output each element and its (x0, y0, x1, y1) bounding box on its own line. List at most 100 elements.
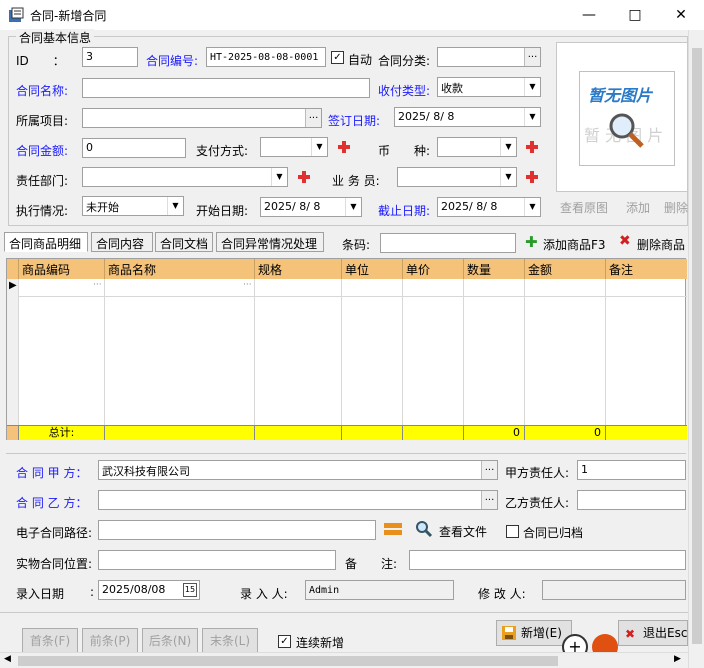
scrollbar-thumb[interactable] (692, 48, 702, 644)
party-b-browse-button[interactable]: ... (481, 491, 497, 509)
chevron-down-icon[interactable]: ▼ (500, 138, 516, 156)
delete-goods-button[interactable]: 删除商品 (637, 236, 685, 253)
party-a-browse-button[interactable]: ... (481, 461, 497, 479)
view-original-link[interactable]: 查看原图 (560, 199, 608, 216)
chevron-down-icon[interactable]: ▼ (524, 108, 540, 126)
grid-column (105, 279, 255, 427)
category-label: 合同分类: (378, 54, 431, 68)
minimize-button[interactable]: — (566, 0, 612, 30)
pay-method-label: 支付方式: (196, 144, 249, 158)
tab-content[interactable]: 合同内容 (91, 232, 153, 252)
add-goods-icon[interactable]: ✚ (525, 235, 538, 250)
grid-column (255, 279, 342, 427)
scroll-left-icon[interactable]: ◀ (4, 654, 11, 664)
category-field[interactable]: ... (437, 47, 541, 67)
goods-grid[interactable]: 商品编码 商品名称 规格 单位 单价 数量 金额 备注 ▶ ··· ··· 总计… (6, 258, 687, 440)
project-browse-button[interactable]: ... (305, 109, 321, 127)
delete-goods-icon[interactable]: ✖ (619, 234, 631, 248)
location-field[interactable] (98, 550, 336, 570)
row-indicator-column (7, 279, 19, 427)
chevron-down-icon[interactable]: ▼ (500, 168, 516, 186)
path-field[interactable] (98, 520, 376, 540)
archived-checkbox[interactable] (506, 525, 519, 538)
location-label: 实物合同位置: (16, 557, 93, 571)
party-a-person-label: 甲方责任人: (505, 466, 570, 480)
add-salesman-icon[interactable] (525, 170, 539, 184)
end-date-label: 截止日期: (378, 204, 431, 218)
status-select[interactable]: 未开始 ▼ (82, 196, 184, 216)
total-cell (342, 426, 403, 440)
column-header[interactable]: 备注 (606, 259, 687, 279)
new-button[interactable]: 新增(E) (496, 620, 572, 646)
chevron-down-icon[interactable]: ▼ (311, 138, 327, 156)
column-header[interactable]: 数量 (464, 259, 525, 279)
main-window: 合同-新增合同 — □ ✕ 合同基本信息 ID ： 3 合同编号: HT-202… (0, 0, 704, 668)
tab-goods-detail[interactable]: 合同商品明细 (4, 232, 88, 252)
cell-ellipsis-icon[interactable]: ··· (243, 280, 252, 290)
add-dept-icon[interactable] (297, 170, 311, 184)
vertical-scrollbar[interactable] (688, 30, 704, 668)
party-a-field[interactable]: 武汉科技有限公司... (98, 460, 498, 480)
cell-ellipsis-icon[interactable]: ··· (93, 280, 102, 290)
close-button[interactable]: ✕ (658, 0, 704, 30)
delete-image-link[interactable]: 删除 (664, 199, 688, 216)
name-field[interactable] (82, 78, 370, 98)
horizontal-scrollbar[interactable]: ◀ ▶ (0, 652, 688, 668)
barcode-input[interactable] (380, 233, 516, 253)
currency-select[interactable]: ▼ (437, 137, 517, 157)
tab-documents[interactable]: 合同文档 (155, 232, 213, 252)
scroll-right-icon[interactable]: ▶ (674, 654, 681, 664)
amount-field[interactable]: 0 (82, 138, 186, 158)
sign-date-picker[interactable]: 2025/ 8/ 8 ▼ (394, 107, 541, 127)
current-row-arrow-icon: ▶ (9, 280, 17, 291)
scrollbar-thumb[interactable] (18, 656, 558, 666)
project-field[interactable]: ... (82, 108, 322, 128)
auto-checkbox[interactable]: ✓ (331, 51, 344, 64)
add-currency-icon[interactable] (525, 140, 539, 154)
salesman-select[interactable]: ▼ (397, 167, 517, 187)
next-record-button[interactable]: 后条(N) (142, 628, 198, 654)
dept-select[interactable]: ▼ (82, 167, 288, 187)
add-goods-button[interactable]: 添加商品F3 (543, 236, 606, 253)
chevron-down-icon[interactable]: ▼ (271, 168, 287, 186)
column-header[interactable]: 金额 (525, 259, 606, 279)
maximize-button[interactable]: □ (612, 0, 658, 30)
first-record-button[interactable]: 首条(F) (22, 628, 78, 654)
chevron-down-icon[interactable]: ▼ (524, 78, 540, 96)
add-pay-method-icon[interactable] (337, 140, 351, 154)
prev-record-button[interactable]: 前条(P) (82, 628, 138, 654)
entry-date-value: 2025/08/08 (102, 583, 166, 596)
grid-column (464, 279, 525, 427)
column-header[interactable]: 单位 (342, 259, 403, 279)
exit-button[interactable]: ✖ 退出Esc (618, 620, 688, 646)
category-browse-button[interactable]: ... (524, 48, 540, 66)
party-a-person-field[interactable]: 1 (577, 460, 686, 480)
chevron-down-icon[interactable]: ▼ (345, 198, 361, 216)
add-image-link[interactable]: 添加 (626, 199, 650, 216)
end-date-picker[interactable]: 2025/ 8/ 8 ▼ (437, 197, 541, 217)
party-b-person-field[interactable] (577, 490, 686, 510)
total-row: 总计: 0 0 (7, 425, 687, 440)
pay-type-select[interactable]: 收款 ▼ (437, 77, 541, 97)
remark-field[interactable] (409, 550, 686, 570)
view-file-button[interactable]: 查看文件 (439, 523, 487, 540)
folder-icon[interactable] (383, 520, 403, 538)
id-field[interactable]: 3 (82, 47, 138, 67)
calendar-icon[interactable]: 15 (183, 583, 197, 597)
dept-label: 责任部门: (16, 174, 69, 188)
entry-date-picker[interactable]: 2025/08/08 15 (98, 580, 200, 600)
pay-method-select[interactable]: ▼ (260, 137, 328, 157)
column-header[interactable]: 单价 (403, 259, 464, 279)
search-icon[interactable] (415, 520, 433, 538)
tab-exceptions[interactable]: 合同异常情况处理 (216, 232, 324, 252)
contract-no-field[interactable]: HT-2025-08-08-0001 (206, 47, 326, 67)
party-b-field[interactable]: ... (98, 490, 498, 510)
continuous-add-checkbox[interactable]: ✓ (278, 635, 291, 648)
column-header[interactable]: 商品名称 (105, 259, 255, 279)
last-record-button[interactable]: 末条(L) (202, 628, 258, 654)
chevron-down-icon[interactable]: ▼ (167, 197, 183, 215)
column-header[interactable]: 商品编码 (19, 259, 105, 279)
chevron-down-icon[interactable]: ▼ (524, 198, 540, 216)
column-header[interactable]: 规格 (255, 259, 342, 279)
start-date-picker[interactable]: 2025/ 8/ 8 ▼ (260, 197, 362, 217)
